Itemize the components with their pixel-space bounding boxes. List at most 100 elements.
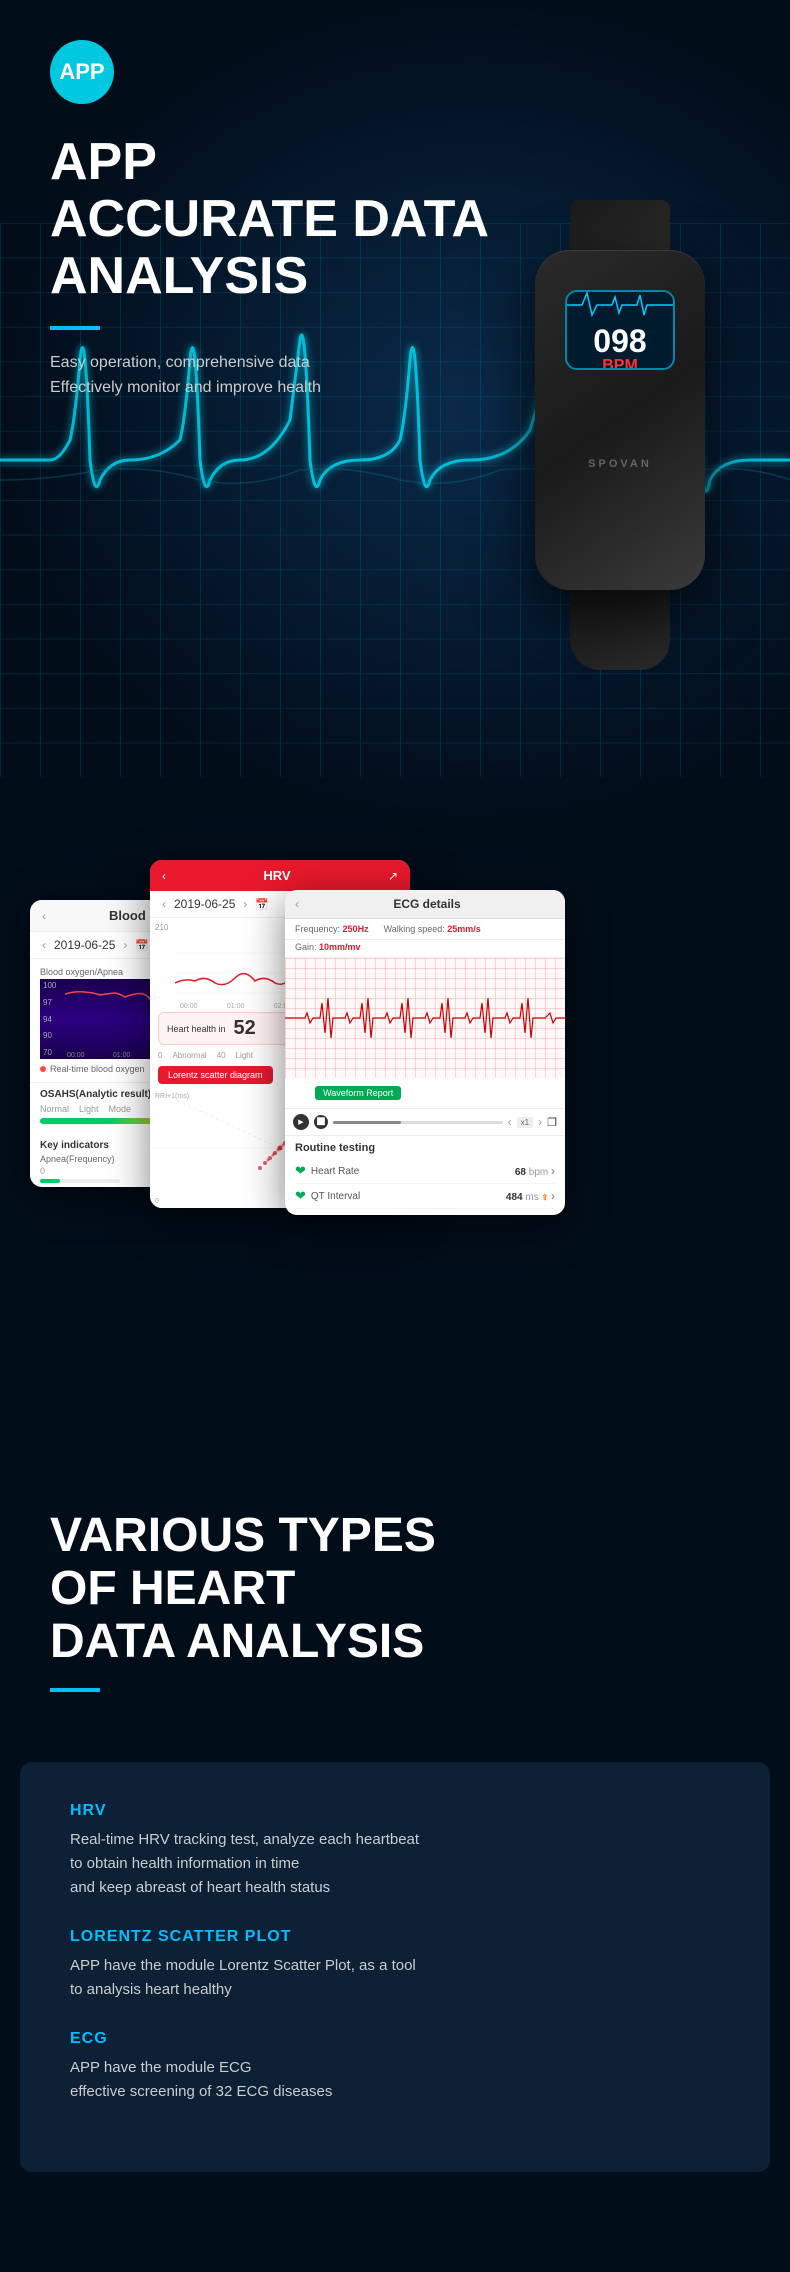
- progress-bar[interactable]: [333, 1121, 503, 1124]
- lorentz-btn[interactable]: Lorentz scatter diagram: [158, 1066, 273, 1084]
- heart-rate-row: ❤ Heart Rate 68 bpm ›: [295, 1159, 555, 1184]
- svg-text:RRI+1(ms): RRI+1(ms): [155, 1093, 189, 1100]
- types-title-line2: OF HEART: [50, 1562, 295, 1615]
- blood-oxygen-calendar-icon[interactable]: 📅: [135, 939, 149, 952]
- blood-oxygen-next-icon[interactable]: ›: [123, 938, 127, 952]
- qt-interval-unit: ms: [525, 1192, 538, 1203]
- heart-rate-unit: bpm: [529, 1167, 548, 1178]
- speed-prev[interactable]: ‹: [508, 1115, 512, 1129]
- ecg-title: ECG details: [299, 897, 555, 911]
- speed-next[interactable]: ›: [538, 1115, 542, 1129]
- fullscreen-button[interactable]: ❐: [547, 1116, 557, 1129]
- feature-hrv-title: HRV: [70, 1802, 720, 1820]
- qt-up-arrow: ⇧: [542, 1193, 549, 1202]
- ecg-walking-speed-value: 25mm/s: [447, 924, 481, 934]
- types-title: VARIOUS TYPES OF HEART DATA ANALYSIS: [50, 1510, 740, 1668]
- stop-button[interactable]: ■: [314, 1115, 328, 1129]
- ecg-params: Frequency: 250Hz Walking speed: 25mm/s: [285, 919, 565, 940]
- hero-subtitle-line2: Effectively monitor and improve health: [50, 379, 321, 396]
- device-strap-bottom: [570, 590, 670, 670]
- qt-interval-label: QT Interval: [311, 1191, 360, 1202]
- spo2-label-90: 90: [43, 1031, 56, 1040]
- hrv-calendar-icon[interactable]: 📅: [255, 898, 269, 911]
- routine-title: Routine testing: [295, 1142, 555, 1154]
- hero-divider: [50, 326, 100, 330]
- qt-interval-row: ❤ QT Interval 484 ms ⇧ ›: [295, 1184, 555, 1209]
- heart-health-score: 52: [234, 1017, 256, 1040]
- osahs-light: Light: [79, 1104, 99, 1114]
- qt-interval-detail-arrow[interactable]: ›: [551, 1189, 555, 1203]
- hero-title-line1: APP: [50, 133, 157, 191]
- hrv-share-icon[interactable]: ↗: [388, 869, 398, 883]
- heart-rate-icon: ❤: [295, 1163, 306, 1179]
- svg-text:0: 0: [155, 1198, 159, 1205]
- hero-title-line2: ACCURATE DATA: [50, 190, 489, 248]
- types-title-line3: DATA ANALYSIS: [50, 1615, 424, 1668]
- blood-oxygen-prev-icon[interactable]: ‹: [42, 938, 46, 952]
- app-badge: APP: [50, 40, 114, 104]
- feature-hrv: HRV Real-time HRV tracking test, analyze…: [70, 1802, 720, 1900]
- ecg-frequency-label: Frequency: 250Hz: [295, 924, 369, 934]
- hrv-abnormal: Abnormal: [172, 1051, 206, 1060]
- heart-health-text: Heart health in: [167, 1024, 226, 1034]
- app-badge-text: APP: [59, 59, 104, 85]
- ecg-waveform-svg: [285, 958, 565, 1078]
- feature-ecg: ECG APP have the module ECGeffective scr…: [70, 2030, 720, 2104]
- hero-section: APP APP ACCURATE DATA ANALYSIS Easy oper…: [0, 0, 790, 820]
- ecg-walking-speed-label: Walking speed: 25mm/s: [384, 924, 481, 934]
- qt-interval-value: 484: [506, 1192, 523, 1203]
- spo2-legend-text: Real-time blood oxygen: [50, 1064, 145, 1074]
- features-section: HRV Real-time HRV tracking test, analyze…: [20, 1762, 770, 2172]
- playback-speed: x1: [517, 1117, 533, 1128]
- osahs-normal: Normal: [40, 1104, 69, 1114]
- waveform-section: ☷ Waveform Report: [285, 1078, 565, 1108]
- screenshots-section: ‹ Blood oxygen ↗ ‹ 2019-06-25 › 📅 ✎ Bloo…: [0, 820, 790, 1460]
- hero-subtitle: Easy operation, comprehensive data Effec…: [50, 350, 740, 401]
- spo2-label-94: 94: [43, 1015, 56, 1024]
- spo2-label-100: 100: [43, 981, 56, 990]
- qt-interval-icon: ❤: [295, 1188, 306, 1204]
- heart-rate-detail-arrow[interactable]: ›: [551, 1164, 555, 1178]
- table-icon: ☷: [293, 1088, 301, 1099]
- heart-rate-value: 68: [515, 1167, 526, 1178]
- feature-hrv-desc: Real-time HRV tracking test, analyze eac…: [70, 1828, 720, 1900]
- osahs-mode: Mode: [109, 1104, 132, 1114]
- heart-rate-label-group: ❤ Heart Rate: [295, 1163, 359, 1179]
- spo2-legend-dot: [40, 1066, 46, 1072]
- play-button[interactable]: ▶: [293, 1114, 309, 1130]
- playback-bar: ▶ ■ ‹ x1 › ❐: [285, 1108, 565, 1135]
- ecg-header: ‹ ECG details: [285, 890, 565, 919]
- ecg-chart: [285, 958, 565, 1078]
- blood-oxygen-date: 2019-06-25: [54, 938, 115, 952]
- types-divider: [50, 1688, 100, 1692]
- ecg-gain-row: Gain: 10mm/mv: [285, 940, 565, 958]
- feature-ecg-title: ECG: [70, 2030, 720, 2048]
- hrv-x-zero: 0: [158, 1051, 162, 1060]
- hrv-y-label: 210: [155, 923, 168, 932]
- spo2-label-97: 97: [43, 998, 56, 1007]
- hrv-back-arrow[interactable]: ‹: [162, 869, 166, 883]
- hero-subtitle-line1: Easy operation, comprehensive data: [50, 354, 310, 371]
- ecg-frequency-value: 250Hz: [343, 924, 369, 934]
- hrv-prev-icon[interactable]: ‹: [162, 897, 166, 911]
- ecg-gain-value: 10mm/mv: [319, 942, 361, 952]
- hrv-next-icon[interactable]: ›: [243, 897, 247, 911]
- hrv-header: ‹ HRV ↗: [150, 860, 410, 891]
- spo2-label-70: 70: [43, 1048, 56, 1057]
- qt-interval-value-group: 484 ms ⇧ ›: [506, 1189, 555, 1203]
- device-brand-text: SPOVAN: [588, 458, 652, 470]
- heart-rate-value-group: 68 bpm ›: [515, 1164, 555, 1178]
- feature-lorentz-title: LORENTZ SCATTER PLOT: [70, 1928, 720, 1946]
- screenshots-row: ‹ Blood oxygen ↗ ‹ 2019-06-25 › 📅 ✎ Bloo…: [20, 840, 770, 1420]
- blood-oxygen-back-arrow[interactable]: ‹: [42, 909, 46, 923]
- hrv-light-label: Light: [236, 1051, 253, 1060]
- heart-rate-label: Heart Rate: [311, 1166, 359, 1177]
- hrv-x-40: 40: [217, 1051, 226, 1060]
- feature-ecg-desc: APP have the module ECGeffective screeni…: [70, 2056, 720, 2104]
- feature-lorentz: LORENTZ SCATTER PLOT APP have the module…: [70, 1928, 720, 2002]
- ecg-card: ‹ ECG details Frequency: 250Hz Walking s…: [285, 890, 565, 1215]
- hrv-date: 2019-06-25: [174, 897, 235, 911]
- feature-lorentz-desc: APP have the module Lorentz Scatter Plot…: [70, 1954, 720, 2002]
- hero-title: APP ACCURATE DATA ANALYSIS: [50, 134, 740, 306]
- hero-title-line3: ANALYSIS: [50, 247, 308, 305]
